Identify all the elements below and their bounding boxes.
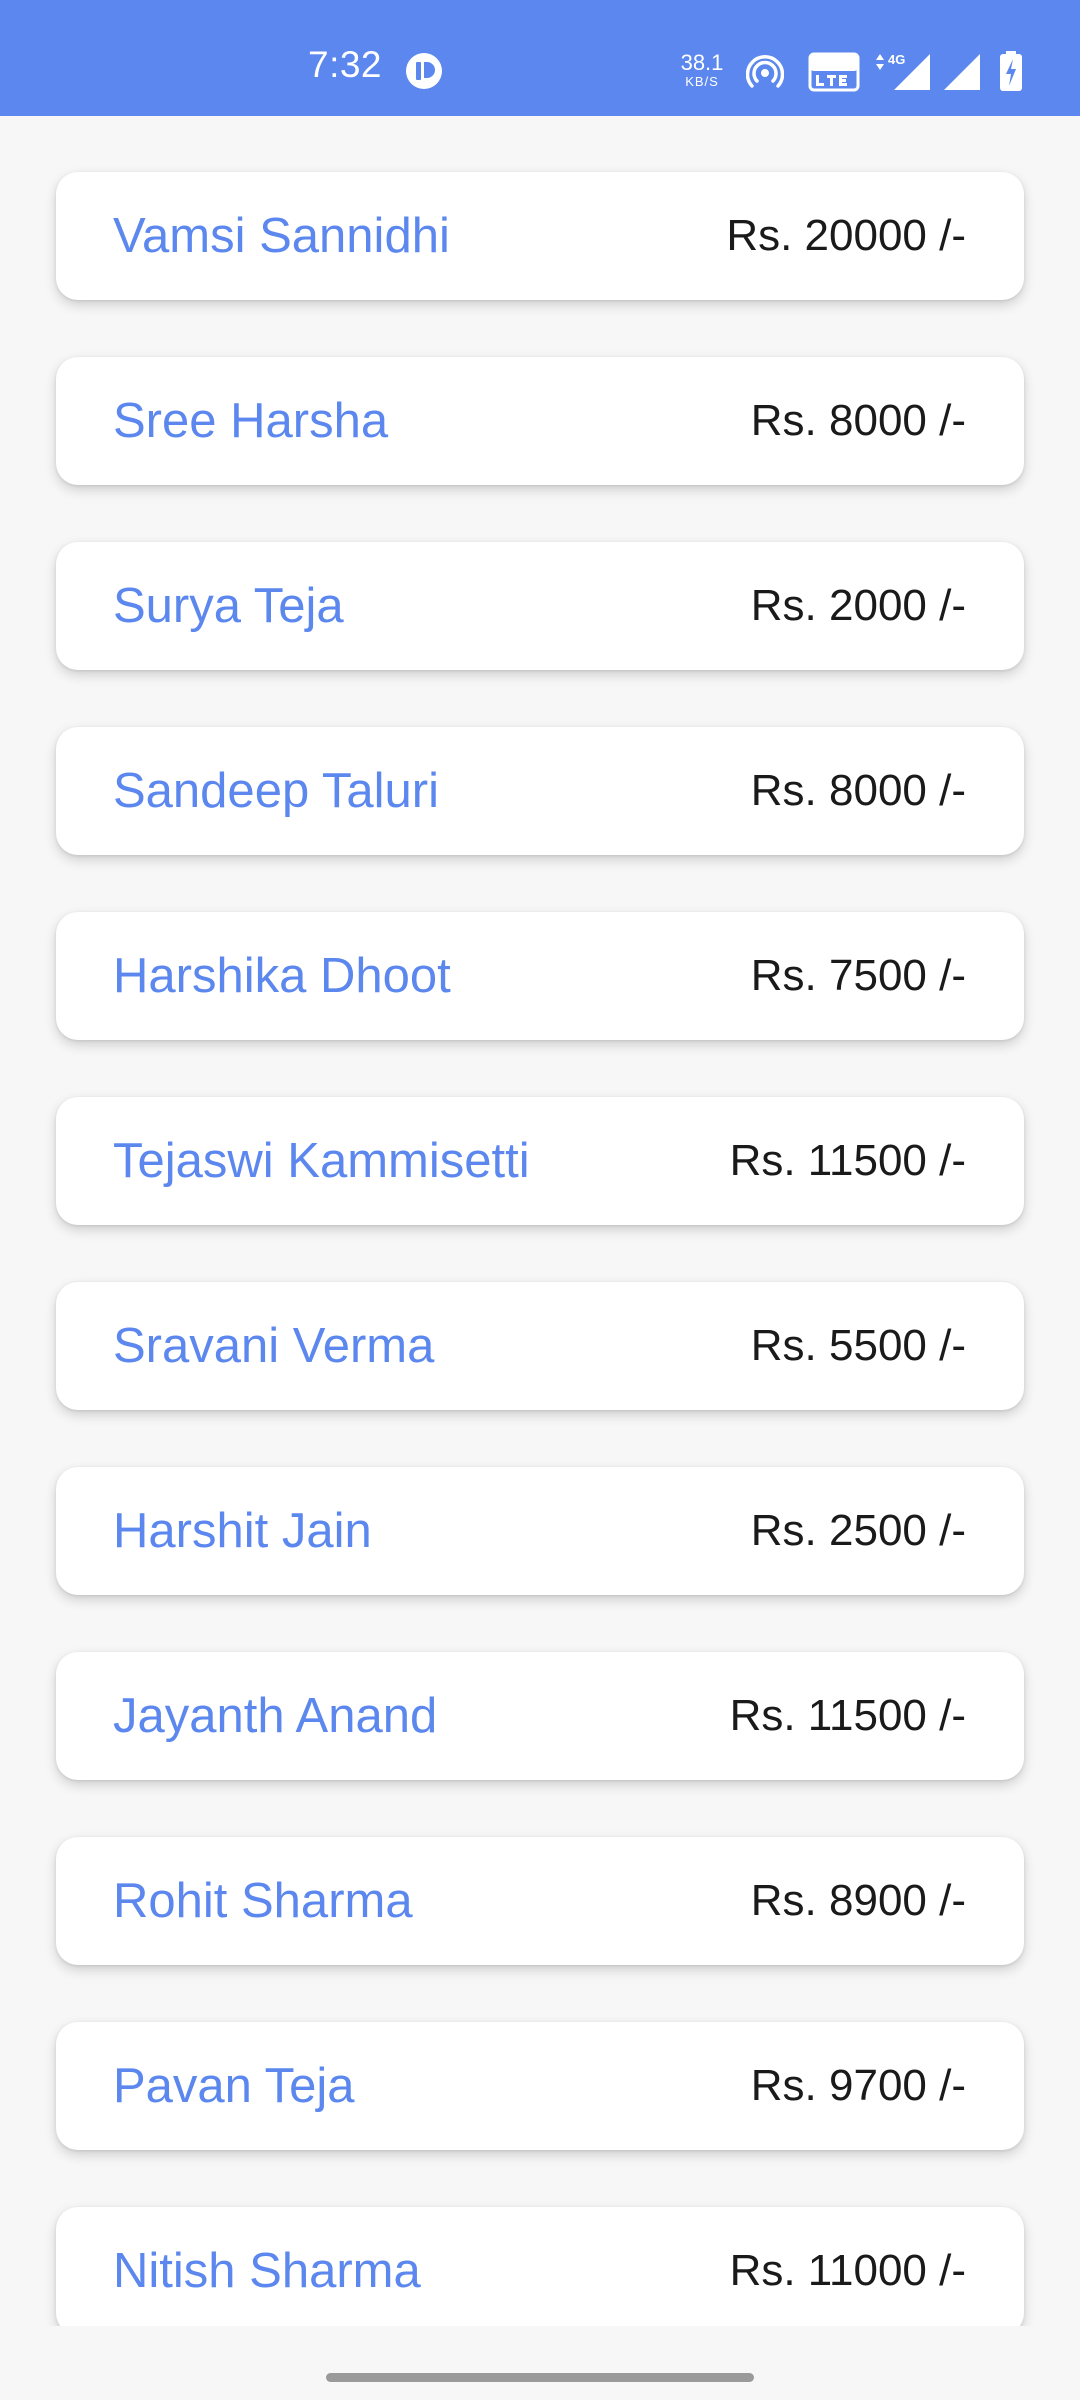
person-name: Rohit Sharma xyxy=(113,1874,413,1928)
status-time: 7:32 xyxy=(308,44,383,85)
network-speed: 38.1 KB/S xyxy=(676,50,728,89)
list-item[interactable]: Harshika Dhoot Rs. 7500 /- xyxy=(56,912,1024,1040)
svg-text:4G: 4G xyxy=(888,52,905,67)
amount-label: Rs. 8000 /- xyxy=(750,396,966,445)
4g-data-icon: 4G xyxy=(876,52,930,90)
amount-label: Rs. 11500 /- xyxy=(729,1691,966,1740)
battery-charging-icon xyxy=(1000,51,1022,91)
signal-icon xyxy=(944,54,980,90)
list-item[interactable]: Harshit Jain Rs. 2500 /- xyxy=(56,1467,1024,1595)
amount-label: Rs. 11500 /- xyxy=(729,1136,966,1185)
person-name: Sravani Verma xyxy=(113,1319,435,1373)
list-item[interactable]: Pavan Teja Rs. 9700 /- xyxy=(56,2022,1024,2150)
list-item[interactable]: Sree Harsha Rs. 8000 /- xyxy=(56,357,1024,485)
volte-icon xyxy=(808,52,860,92)
list-item[interactable]: Nitish Sharma Rs. 11000 /- xyxy=(56,2207,1024,2326)
person-name: Harshika Dhoot xyxy=(113,949,451,1003)
amount-label: Rs. 8900 /- xyxy=(750,1876,966,1925)
amount-label: Rs. 9700 /- xyxy=(750,2061,966,2110)
amount-label: Rs. 20000 /- xyxy=(726,211,966,260)
list-item[interactable]: Sandeep Taluri Rs. 8000 /- xyxy=(56,727,1024,855)
list-item[interactable]: Jayanth Anand Rs. 11500 /- xyxy=(56,1652,1024,1780)
list-item[interactable]: Tejaswi Kammisetti Rs. 11500 /- xyxy=(56,1097,1024,1225)
amount-label: Rs. 8000 /- xyxy=(750,766,966,815)
person-name: Tejaswi Kammisetti xyxy=(113,1134,530,1188)
amount-label: Rs. 11000 /- xyxy=(729,2246,966,2295)
list-item[interactable]: Sravani Verma Rs. 5500 /- xyxy=(56,1282,1024,1410)
list-item[interactable]: Surya Teja Rs. 2000 /- xyxy=(56,542,1024,670)
network-speed-value: 38.1 xyxy=(680,50,724,75)
person-name: Harshit Jain xyxy=(113,1504,372,1558)
person-name: Pavan Teja xyxy=(113,2059,355,2113)
amount-label: Rs. 7500 /- xyxy=(750,951,966,1000)
list-item[interactable]: Rohit Sharma Rs. 8900 /- xyxy=(56,1837,1024,1965)
app-notification-icon xyxy=(406,53,442,89)
person-name: Sree Harsha xyxy=(113,394,389,448)
status-bar: 7:32 38.1 KB/S 4G xyxy=(0,0,1080,116)
hotspot-icon xyxy=(746,55,784,88)
person-name: Vamsi Sannidhi xyxy=(113,209,450,263)
amount-label: Rs. 2500 /- xyxy=(750,1506,966,1555)
person-name: Nitish Sharma xyxy=(113,2244,421,2298)
list-item[interactable]: Vamsi Sannidhi Rs. 20000 /- xyxy=(56,172,1024,300)
amount-label: Rs. 2000 /- xyxy=(750,581,966,630)
gesture-nav-handle[interactable] xyxy=(326,2373,754,2382)
network-speed-unit: KB/S xyxy=(685,74,719,89)
payment-list[interactable]: Vamsi Sannidhi Rs. 20000 /- Sree Harsha … xyxy=(0,116,1080,2326)
amount-label: Rs. 5500 /- xyxy=(750,1321,966,1370)
person-name: Sandeep Taluri xyxy=(113,764,440,818)
person-name: Jayanth Anand xyxy=(113,1689,438,1743)
person-name: Surya Teja xyxy=(113,579,344,633)
